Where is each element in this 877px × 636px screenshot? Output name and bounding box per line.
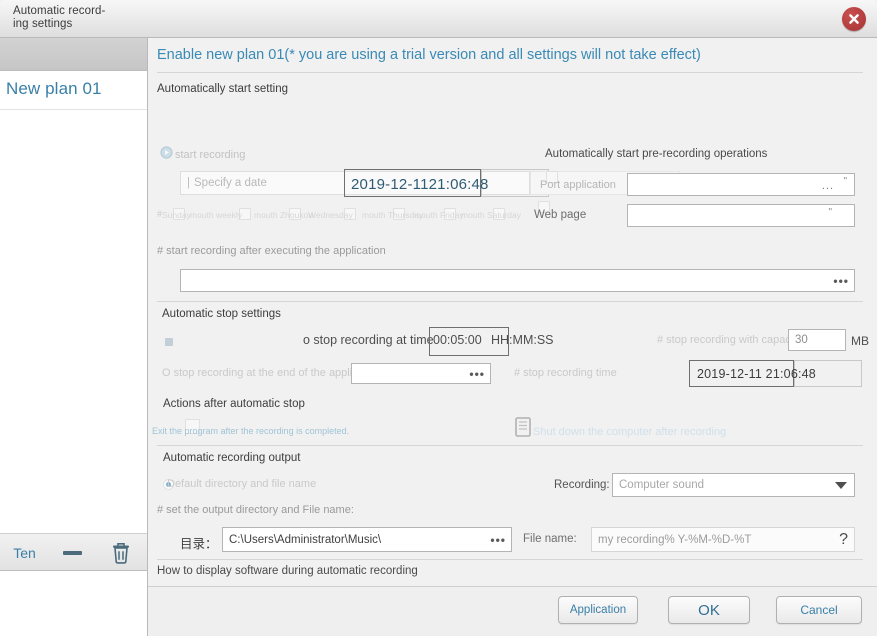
ok-button[interactable]: OK (668, 596, 750, 624)
stop-at-time-format: HH:MM:SS (491, 333, 554, 347)
output-section-title: Automatic recording output (163, 452, 301, 464)
weekday-label-saturday: mouth Saturday (461, 210, 522, 220)
capacity-value: 30 (795, 334, 808, 346)
port-application-field[interactable]: " ... (627, 173, 855, 196)
capacity-field[interactable]: 30 (788, 329, 846, 351)
web-page-quote: " (828, 207, 832, 218)
filename-label: File name: (523, 533, 577, 545)
weekday-label-monday: mouth weekly (190, 210, 242, 220)
divider-stop (157, 301, 863, 302)
start-section-title: Automatically start setting (157, 83, 289, 95)
recording-source-value: Computer sound (619, 479, 705, 491)
weekday-label-sunday: Sunday (162, 210, 191, 220)
stop-recording-icon (162, 335, 176, 354)
add-plan-label: Ten (13, 544, 36, 561)
automatic-recording-settings-dialog: Automatic record- ing settings New plan … (0, 0, 877, 636)
window-title: Automatic record- ing settings (13, 5, 106, 30)
directory-value: C:\Users\Administrator\Music\ (229, 533, 382, 546)
capacity-unit: MB (851, 334, 869, 348)
divider-output (157, 445, 863, 446)
actions-section-title: Actions after automatic stop (163, 398, 305, 410)
weekday-label-friday: mouth Friday (414, 210, 464, 220)
stop-datetime-value: 2019-12-11 21:06:48 (697, 367, 816, 381)
directory-label: 目录： (180, 537, 218, 551)
sidebar-empty-area (0, 572, 147, 636)
stop-at-time-value: 00:05:00 (433, 333, 482, 347)
specify-date-placeholder: Specify a date (194, 177, 267, 189)
plan-item-label: New plan 01 (6, 79, 102, 98)
divider-display (157, 559, 863, 560)
port-application-ellipsis[interactable]: ... (822, 180, 834, 192)
remove-plan-button[interactable] (50, 534, 95, 571)
plan-sidebar: New plan 01 Ten (0, 38, 148, 636)
cancel-button[interactable]: Cancel (776, 596, 862, 624)
port-application-quote: " (843, 176, 847, 187)
stop-end-app-label: O stop recording at the end of the appli… (162, 367, 382, 379)
sidebar-toolbar: Ten (0, 533, 147, 571)
port-application-label: Port application (540, 179, 616, 191)
enable-plan-link[interactable]: Enable new plan 01(* you are using a tri… (157, 47, 701, 63)
shutdown-label: Shut down the computer after recording (533, 426, 727, 438)
start-recording-icon (160, 146, 173, 164)
capacity-label: # stop recording with capacity (657, 334, 802, 346)
weekday-label-wednesday: Wednesday (308, 210, 353, 220)
weekday-label-tuesday: mouth Zhoukou (254, 210, 314, 220)
shutdown-icon[interactable] (513, 416, 533, 443)
sidebar-item-new-plan-01[interactable]: New plan 01 (0, 71, 147, 110)
start-datetime-value: 2019-12-1121:06:48 (351, 176, 489, 193)
filename-help-button[interactable]: ? (839, 531, 848, 549)
exec-app-label: # start recording after executing the ap… (157, 245, 386, 257)
directory-browse-button[interactable]: ••• (490, 533, 506, 547)
pre-recording-title: Automatically start pre-recording operat… (545, 148, 768, 160)
web-page-label: Web page (534, 209, 587, 221)
display-section-title: How to display software during automatic… (157, 565, 418, 577)
exit-program-label: Exit the program after the recording is … (152, 426, 350, 436)
start-recording-label: start recording (175, 149, 246, 161)
minus-icon (63, 550, 82, 555)
directory-field[interactable]: C:\Users\Administrator\Music\ ••• (222, 527, 512, 552)
divider-top (157, 72, 863, 73)
web-page-field[interactable]: " (627, 204, 855, 227)
stop-section-title: Automatic stop settings (162, 308, 281, 320)
close-icon[interactable] (842, 7, 866, 31)
set-output-label: # set the output directory and File name… (157, 504, 354, 516)
sidebar-header (0, 38, 147, 71)
recording-source-label: Recording: (554, 479, 610, 491)
trash-icon (112, 542, 129, 564)
apply-button[interactable]: Application (558, 596, 638, 624)
stop-end-app-field[interactable]: ••• (351, 363, 491, 384)
delete-plan-button[interactable] (98, 534, 143, 571)
recording-source-select[interactable]: Computer sound (612, 473, 855, 497)
stop-time-label: # stop recording time (514, 367, 617, 379)
add-plan-button[interactable]: Ten (2, 534, 47, 571)
filename-value: my recording% Y-%M-%D-%T (598, 533, 752, 546)
exec-app-browse-button[interactable]: ••• (833, 274, 849, 288)
exec-app-field[interactable]: ••• (180, 269, 855, 292)
default-directory-label: Default directory and file name (167, 478, 317, 490)
stop-at-time-label: o stop recording at time (303, 333, 434, 347)
dialog-footer: Application OK Cancel (148, 586, 877, 636)
settings-main-panel: Enable new plan 01(* you are using a tri… (148, 38, 877, 636)
title-bar: Automatic record- ing settings (0, 0, 877, 38)
stop-end-app-browse-button[interactable]: ••• (469, 367, 485, 381)
filename-field[interactable]: my recording% Y-%M-%D-%T ? (591, 527, 855, 552)
chevron-down-icon (835, 482, 847, 489)
